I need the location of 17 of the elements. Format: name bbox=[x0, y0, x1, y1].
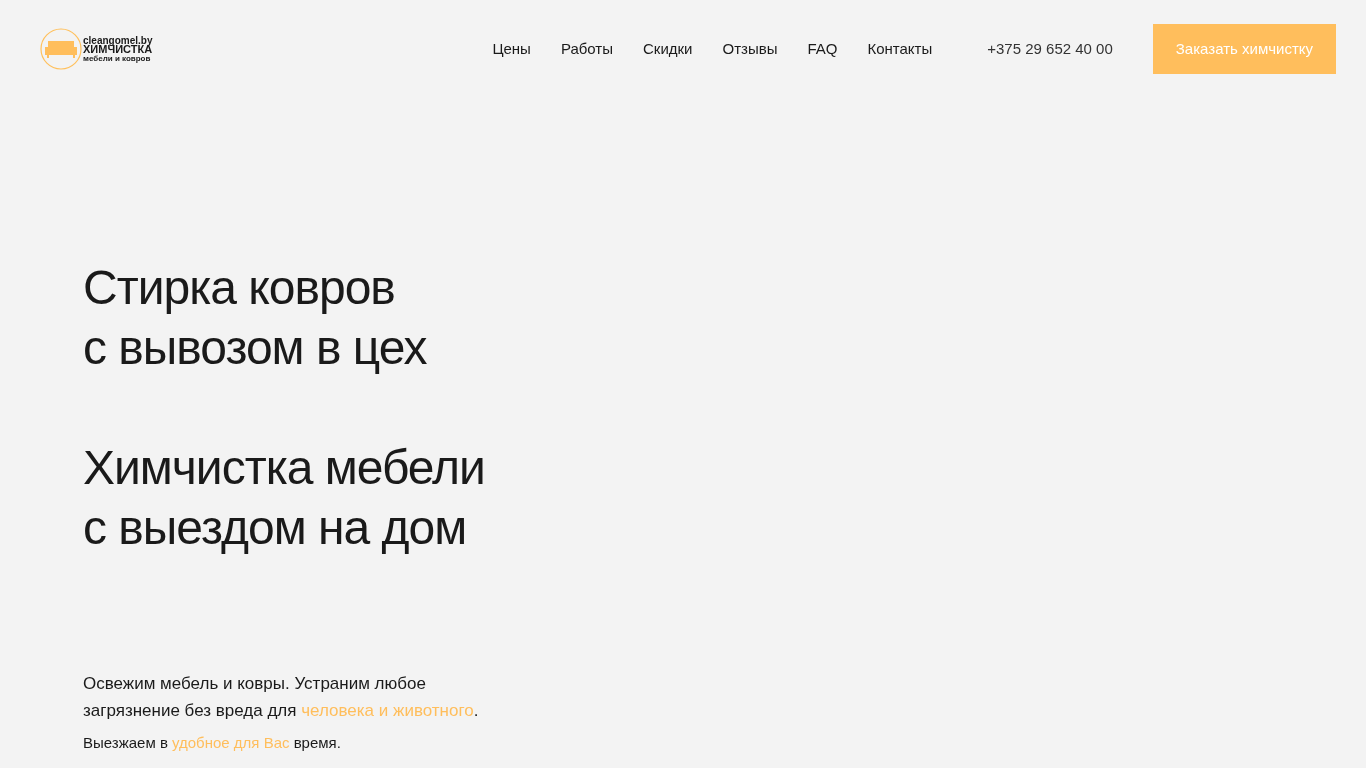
nav-link[interactable]: Работы bbox=[560, 37, 613, 61]
nav-link[interactable]: Скидки bbox=[643, 37, 693, 61]
logo-subtitle: мебели и ковров bbox=[83, 53, 152, 63]
hero-description: Освежим мебель и ковры. Устраним любое загрязнение без вреда для человека и животного. bbox=[83, 673, 480, 722]
logo-title: ХИМЧИСТКА bbox=[83, 44, 153, 54]
nav-link[interactable]: FAQ bbox=[807, 37, 838, 61]
nav-link[interactable]: Цены bbox=[492, 37, 531, 61]
hero-heading-line: Стирка ковров bbox=[83, 260, 396, 316]
phone-link[interactable]: +375 29 652 40 00 bbox=[987, 37, 1113, 61]
hero-heading-line: с выездом на дом bbox=[83, 500, 468, 556]
hero-description: Выезжаем в удобное для Вас время. bbox=[83, 733, 342, 753]
nav-link[interactable]: Отзывы bbox=[722, 37, 778, 61]
sofa-logo-icon bbox=[40, 28, 82, 70]
nav-link[interactable]: Контакты bbox=[867, 37, 933, 61]
hero-heading-line: Химчистка мебели bbox=[83, 440, 486, 496]
logo-site: cleangomel.by bbox=[83, 35, 153, 45]
hero-heading-line: с вывозом в цех bbox=[83, 320, 428, 376]
